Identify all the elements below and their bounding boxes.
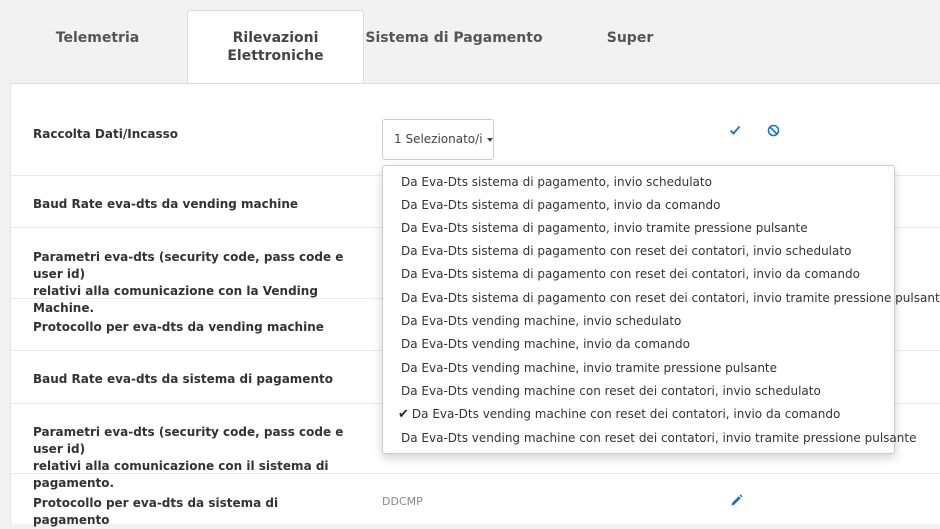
dropdown-option[interactable]: Da Eva-Dts vending machine, invio tramit… — [401, 360, 777, 376]
row-label: Protocollo per eva-dts da vending machin… — [33, 320, 324, 334]
check-icon[interactable] — [729, 124, 741, 140]
multiselect-label: 1 Selezionato/i — [394, 132, 483, 146]
dropdown-option-label: Da Eva-Dts vending machine con reset dei… — [411, 407, 841, 421]
row-value: DDCMP — [382, 495, 423, 508]
tab-rilevazioni-elettroniche[interactable]: Rilevazioni Elettroniche — [187, 10, 364, 84]
dropdown-option[interactable]: Da Eva-Dts vending machine, invio schedu… — [401, 313, 681, 329]
row-label: Raccolta Dati/Incasso — [33, 127, 178, 141]
multiselect-button[interactable]: 1 Selezionato/i — [382, 119, 494, 160]
row-label: Baud Rate eva-dts da sistema di pagament… — [33, 372, 333, 386]
dropdown-option[interactable]: Da Eva-Dts sistema di pagamento con rese… — [401, 243, 851, 259]
caret-down-icon — [486, 137, 493, 142]
checkmark-icon: ✔ — [398, 407, 409, 422]
tab-bar: Telemetria Rilevazioni Elettroniche Sist… — [0, 0, 940, 84]
dropdown-option[interactable]: Da Eva-Dts vending machine, invio da com… — [401, 336, 690, 352]
multiselect-dropdown: Da Eva-Dts sistema di pagamento, invio s… — [382, 165, 940, 454]
row-label-line1: Parametri eva-dts (security code, pass c… — [33, 425, 344, 456]
ban-icon[interactable] — [767, 124, 780, 141]
dropdown-option-selected[interactable]: ✔ Da Eva-Dts vending machine con reset de… — [398, 406, 841, 423]
dropdown-option[interactable]: Da Eva-Dts sistema di pagamento, invio s… — [401, 174, 712, 190]
dropdown-option[interactable]: Da Eva-Dts sistema di pagamento, invio d… — [401, 197, 721, 213]
tab-label-line2: Elettroniche — [227, 48, 324, 64]
dropdown-option[interactable]: Da Eva-Dts sistema di pagamento, invio t… — [401, 220, 808, 236]
tab-telemetria[interactable]: Telemetria — [40, 10, 155, 83]
row-label-line1: Parametri eva-dts (security code, pass c… — [33, 250, 344, 281]
dropdown-option[interactable]: Da Eva-Dts vending machine con reset dei… — [401, 383, 821, 399]
tab-sistema-di-pagamento[interactable]: Sistema di Pagamento — [365, 10, 543, 83]
dropdown-option[interactable]: Da Eva-Dts sistema di pagamento con rese… — [401, 290, 940, 306]
row-label: Baud Rate eva-dts da vending machine — [33, 197, 299, 211]
settings-row: Protocollo per eva-dts da sistema di pag… — [10, 474, 940, 527]
tab-super[interactable]: Super — [580, 10, 680, 83]
dropdown-option[interactable]: Da Eva-Dts sistema di pagamento con rese… — [401, 266, 860, 282]
row-label: Protocollo per eva-dts da sistema di pag… — [33, 496, 279, 527]
dropdown-option[interactable]: Da Eva-Dts vending machine con reset dei… — [401, 430, 916, 446]
tab-label-line1: Rilevazioni — [232, 30, 319, 46]
pencil-icon[interactable] — [730, 494, 743, 511]
